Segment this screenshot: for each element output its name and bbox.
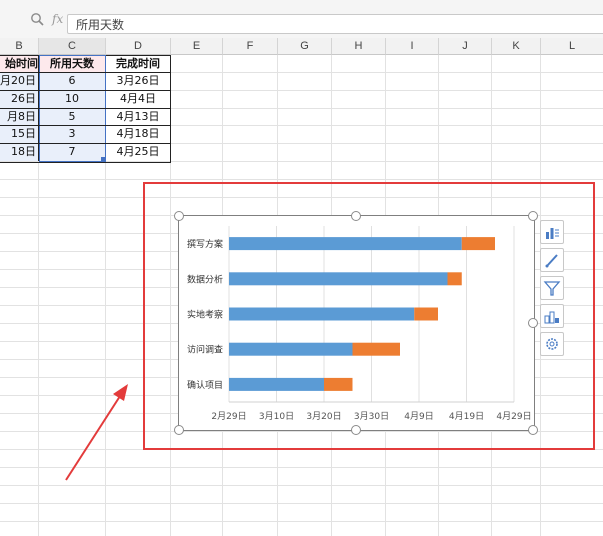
x-tick-label: 3月30日 (354, 411, 389, 422)
formula-content: 所用天数 (76, 18, 125, 32)
zoom-icon[interactable] (30, 12, 44, 26)
cell-finish[interactable]: 4月25日 (106, 143, 170, 161)
column-header-l[interactable]: L (541, 38, 603, 55)
chart-canvas: 2月29日 3月10日 3月20日 3月30日 4月9日 4月19日 4月29日 撰写方案数据… (187, 226, 532, 422)
resize-handle[interactable] (174, 425, 184, 435)
column-header-j[interactable]: J (439, 38, 492, 55)
x-tick-label: 3月10日 (259, 411, 294, 422)
cell-start[interactable]: 18日 (0, 143, 36, 161)
gantt-chart[interactable]: 2月29日 3月10日 3月20日 3月30日 4月9日 4月19日 4月29日 撰写方案数据… (178, 215, 535, 431)
cell-days[interactable]: 7 (39, 143, 105, 161)
cell-start[interactable]: 月8日 (0, 108, 36, 126)
column-header-h[interactable]: H (332, 38, 386, 55)
bar-start (229, 237, 462, 251)
chart-style-button[interactable] (540, 248, 564, 272)
category-label: 撰写方案 (187, 238, 223, 250)
column-header-k[interactable]: K (492, 38, 541, 55)
header-finish-time[interactable]: 完成时间 (106, 55, 170, 73)
column-header-i[interactable]: I (386, 38, 439, 55)
resize-handle[interactable] (351, 425, 361, 435)
column-header-b[interactable]: B (0, 38, 39, 55)
category-label: 数据分析 (187, 273, 223, 285)
category-label: 实地考察 (187, 309, 223, 321)
x-tick-label: 2月29日 (211, 411, 246, 422)
formula-bar: fx 所用天数 (0, 0, 603, 39)
cell-finish[interactable]: 3月26日 (106, 72, 170, 90)
x-tick-label: 4月9日 (404, 411, 433, 422)
resize-handle[interactable] (351, 211, 361, 221)
column-header-d[interactable]: D (106, 38, 171, 55)
bar-duration (414, 307, 438, 321)
category-label: 确认项目 (187, 379, 223, 391)
chart-elements-button[interactable] (540, 220, 564, 244)
chart-filter-icon (543, 281, 561, 296)
chart-type-button[interactable] (540, 304, 564, 328)
cell-finish[interactable]: 4月4日 (106, 90, 170, 108)
cell-finish[interactable]: 4月13日 (106, 108, 170, 126)
cell-start[interactable]: 15日 (0, 125, 36, 143)
x-tick-label: 4月29日 (496, 411, 531, 422)
x-tick-label: 4月19日 (449, 411, 484, 422)
cell-start[interactable]: 26日 (0, 90, 36, 108)
bar-duration (447, 272, 462, 286)
resize-handle[interactable] (528, 318, 538, 328)
bar-start (229, 377, 324, 391)
column-header-f[interactable]: F (223, 38, 278, 55)
bar-duration (352, 342, 400, 356)
column-header-c[interactable]: C (39, 38, 106, 55)
formula-input[interactable]: 所用天数 (67, 14, 603, 34)
resize-handle[interactable] (528, 425, 538, 435)
resize-handle[interactable] (528, 211, 538, 221)
cell-days[interactable]: 3 (39, 125, 105, 143)
category-label: 访问调查 (187, 344, 223, 356)
cell-days[interactable]: 6 (39, 72, 105, 90)
chart-type-icon (544, 311, 559, 324)
header-start-time[interactable]: 始时间 (0, 55, 38, 73)
chart-elements-icon (546, 228, 559, 239)
x-tick-label: 3月20日 (306, 411, 341, 422)
bar-start (229, 272, 448, 286)
bar-start (229, 307, 415, 321)
chart-style-icon (545, 254, 558, 268)
cell-days[interactable]: 10 (39, 90, 105, 108)
bar-duration (461, 237, 495, 251)
chart-filter-button[interactable] (540, 276, 564, 300)
resize-handle[interactable] (174, 211, 184, 221)
column-header-g[interactable]: G (278, 38, 332, 55)
chart-settings-button[interactable] (540, 332, 564, 356)
cell-start[interactable]: 月20日 (0, 72, 36, 90)
bar-start (229, 342, 353, 356)
chart-settings-icon (546, 338, 558, 350)
fx-label[interactable]: fx (52, 12, 63, 26)
column-header-e[interactable]: E (171, 38, 223, 55)
cell-finish[interactable]: 4月18日 (106, 125, 170, 143)
header-days-used[interactable]: 所用天数 (39, 55, 105, 73)
bar-duration (324, 377, 353, 391)
cell-days[interactable]: 5 (39, 108, 105, 126)
